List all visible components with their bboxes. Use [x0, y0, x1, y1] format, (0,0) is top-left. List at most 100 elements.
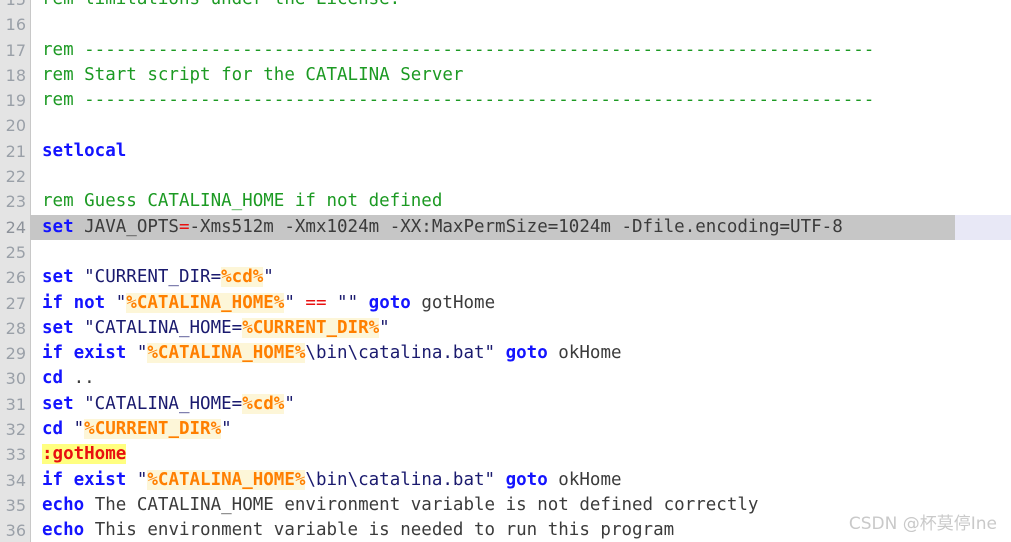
- token-keyword: echo: [42, 520, 85, 541]
- code-line-content[interactable]: if exist "%CATALINA_HOME%\bin\catalina.b…: [42, 468, 622, 493]
- line-number: 30: [5, 369, 26, 389]
- token-comment: rem ------------------------------------…: [42, 39, 875, 60]
- code-line[interactable]: 26 set "CURRENT_DIR=%cd%": [0, 265, 1011, 290]
- token-string: "CATALINA_HOME=: [73, 393, 243, 414]
- code-line[interactable]: 36 echo This environment variable is need…: [0, 518, 1011, 542]
- code-line[interactable]: 18 rem Start script for the CATALINA Serv…: [0, 63, 1011, 88]
- code-line[interactable]: 23 rem Guess CATALINA_HOME if not defined: [0, 189, 1011, 214]
- token-string: "CATALINA_HOME=: [73, 317, 243, 338]
- line-number: 28: [5, 318, 26, 338]
- code-line[interactable]: 19 rem ----------------------------------…: [0, 88, 1011, 113]
- line-number: 15: [0, 0, 26, 12]
- line-number: 20: [5, 116, 26, 136]
- code-editor[interactable]: 15 rem limitations under the License. 16 17…: [0, 0, 1011, 542]
- token-operator: ==: [305, 292, 327, 313]
- code-line-content[interactable]: rem ------------------------------------…: [42, 38, 874, 63]
- token-string: ": [105, 292, 127, 313]
- token-label: :gotHome: [42, 444, 127, 465]
- token-plain: gotHome: [410, 292, 496, 313]
- token-variable: %CATALINA_HOME%: [126, 292, 285, 313]
- token-keyword: set: [42, 216, 74, 237]
- token-string: ": [63, 419, 85, 440]
- line-number: 17: [5, 40, 26, 60]
- token-string: ": [379, 317, 390, 338]
- line-number: 31: [5, 394, 26, 414]
- code-line-content[interactable]: echo The CATALINA_HOME environment varia…: [42, 493, 758, 518]
- token-string: "": [326, 292, 369, 313]
- token-keyword: goto: [505, 469, 548, 490]
- token-plain: -Xms512m -Xmx1024m -XX:MaxPermSize=1024m…: [189, 216, 843, 237]
- token-keyword: set: [42, 317, 74, 338]
- token-comment: rem Guess CATALINA_HOME if not defined: [42, 191, 443, 212]
- code-lines-container[interactable]: 15 rem limitations under the License. 16 17…: [0, 0, 1011, 542]
- code-line-content[interactable]: cd ..: [42, 366, 95, 391]
- code-line[interactable]: 31 set "CATALINA_HOME=%cd%": [0, 392, 1011, 417]
- token-string: "CURRENT_DIR=: [73, 267, 222, 288]
- token-keyword: set: [42, 267, 74, 288]
- code-line[interactable]: 35 echo The CATALINA_HOME environment var…: [0, 493, 1011, 518]
- code-line[interactable]: 15 rem limitations under the License.: [0, 0, 1011, 12]
- line-number: 16: [5, 15, 26, 35]
- token-operator: =: [178, 216, 190, 237]
- code-line[interactable]: 22: [0, 164, 1011, 189]
- code-line[interactable]: 27 if not "%CATALINA_HOME%" == "" goto go…: [0, 291, 1011, 316]
- code-line-content[interactable]: set "CATALINA_HOME=%cd%": [42, 392, 295, 417]
- token-keyword: if not: [42, 292, 106, 313]
- token-keyword: set: [42, 393, 74, 414]
- code-line-content[interactable]: if exist "%CATALINA_HOME%\bin\catalina.b…: [42, 341, 622, 366]
- token-string: ": [263, 267, 274, 288]
- code-line-content[interactable]: rem Start script for the CATALINA Server: [42, 63, 463, 88]
- code-line-content[interactable]: if not "%CATALINA_HOME%" == "" goto gotH…: [42, 291, 495, 316]
- code-line-content[interactable]: set "CURRENT_DIR=%cd%": [42, 265, 274, 290]
- token-comment: rem limitations under the License.: [42, 0, 400, 9]
- code-line[interactable]: 34 if exist "%CATALINA_HOME%\bin\catalina…: [0, 468, 1011, 493]
- token-plain: okHome: [547, 343, 622, 364]
- token-variable: %cd%: [242, 393, 285, 414]
- token-plain: JAVA_OPTS: [73, 216, 179, 237]
- code-line[interactable]: 16: [0, 12, 1011, 37]
- token-variable: %CURRENT_DIR%: [242, 317, 380, 338]
- token-string: ": [284, 393, 295, 414]
- token-variable: %CATALINA_HOME%: [147, 469, 306, 490]
- code-line-content[interactable]: set JAVA_OPTS=-Xms512m -Xmx1024m -XX:Max…: [42, 215, 843, 240]
- line-number: 34: [5, 470, 26, 490]
- code-line-content[interactable]: cd "%CURRENT_DIR%": [42, 417, 232, 442]
- line-number: 23: [5, 192, 26, 212]
- line-number: 26: [5, 268, 26, 288]
- token-keyword: goto: [505, 343, 548, 364]
- token-keyword: echo: [42, 494, 85, 515]
- code-line[interactable]: 33 :gotHome: [0, 442, 1011, 467]
- line-number: 19: [5, 91, 26, 111]
- code-line-content[interactable]: :gotHome: [42, 442, 127, 467]
- code-line[interactable]: 28 set "CATALINA_HOME=%CURRENT_DIR%": [0, 316, 1011, 341]
- token-keyword: cd: [42, 368, 64, 389]
- token-comment: rem Start script for the CATALINA Server: [42, 64, 464, 85]
- token-string: \bin\catalina.bat": [305, 469, 506, 490]
- token-string: ": [126, 343, 148, 364]
- token-keyword: setlocal: [42, 140, 127, 161]
- code-line-content[interactable]: setlocal: [42, 139, 126, 164]
- token-keyword: goto: [368, 292, 411, 313]
- code-line-content[interactable]: set "CATALINA_HOME=%CURRENT_DIR%": [42, 316, 390, 341]
- token-keyword: cd: [42, 419, 64, 440]
- line-number: 29: [5, 344, 26, 364]
- line-number: 22: [5, 167, 26, 187]
- code-line-content[interactable]: rem limitations under the License.: [42, 0, 400, 12]
- code-line[interactable]: 29 if exist "%CATALINA_HOME%\bin\catalina…: [0, 341, 1011, 366]
- line-number: 33: [5, 445, 26, 465]
- code-line[interactable]: 24 set JAVA_OPTS=-Xms512m -Xmx1024m -XX:M…: [0, 214, 1011, 240]
- code-line[interactable]: 21 setlocal: [0, 139, 1011, 164]
- line-number: 35: [5, 495, 26, 515]
- code-line[interactable]: 20: [0, 113, 1011, 138]
- code-line[interactable]: 32 cd "%CURRENT_DIR%": [0, 417, 1011, 442]
- code-line[interactable]: 17 rem ----------------------------------…: [0, 38, 1011, 63]
- token-plain: This environment variable is needed to r…: [84, 520, 675, 541]
- code-line-content[interactable]: rem ------------------------------------…: [42, 88, 874, 113]
- code-line[interactable]: 25: [0, 240, 1011, 265]
- code-line-content[interactable]: rem Guess CATALINA_HOME if not defined: [42, 189, 442, 214]
- code-line-content[interactable]: echo This environment variable is needed…: [42, 518, 674, 542]
- line-number: 25: [5, 242, 26, 262]
- token-variable: %CATALINA_HOME%: [147, 343, 306, 364]
- line-number: 27: [5, 293, 26, 313]
- code-line[interactable]: 30 cd ..: [0, 366, 1011, 391]
